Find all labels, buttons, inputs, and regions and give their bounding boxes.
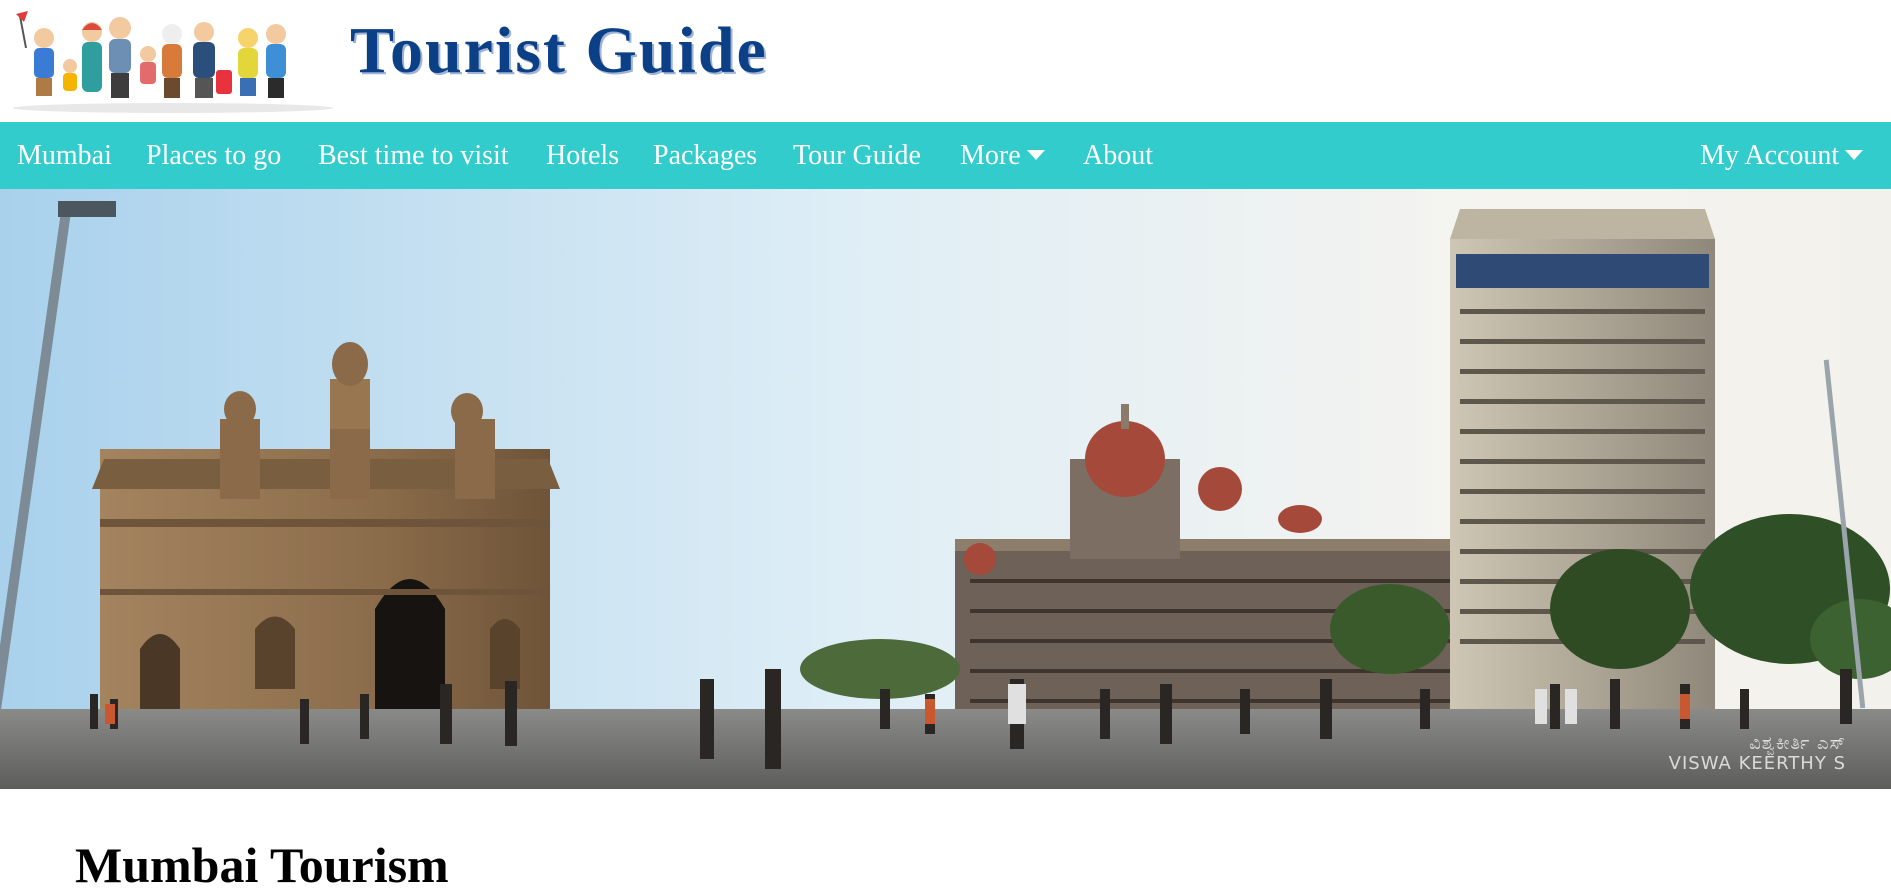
- nav-item-hotels[interactable]: Hotels: [546, 122, 619, 189]
- nav-item-about[interactable]: About: [1083, 122, 1153, 189]
- caret-down-icon: [1845, 149, 1864, 160]
- hero-banner: ವಿಶ್ವಕೀರ್ತಿ ಎಸ್ VISWA KEERTHY S: [0, 189, 1891, 789]
- watermark-kannada: ವಿಶ್ವಕೀರ್ತಿ ಎಸ್: [1749, 732, 1846, 754]
- nav-item-best-time-to-visit[interactable]: Best time to visit: [318, 122, 509, 189]
- main-navbar: Mumbai Places to go Best time to visit H…: [0, 122, 1891, 189]
- site-logo-title[interactable]: Tourist Guide: [350, 18, 768, 84]
- nav-item-places-to-go[interactable]: Places to go: [146, 122, 281, 189]
- nav-account-label: My Account: [1700, 140, 1840, 171]
- watermark-latin: VISWA KEERTHY S: [1668, 753, 1846, 775]
- site-header: Tourist Guide: [0, 0, 1891, 122]
- nav-dropdown-more[interactable]: More: [960, 122, 1045, 189]
- gateway-of-india-photo: [0, 189, 1891, 789]
- photo-credit-watermark: ವಿಶ್ವಕೀರ್ತಿ ಎಸ್ VISWA KEERTHY S: [1668, 732, 1846, 775]
- nav-item-packages[interactable]: Packages: [653, 122, 757, 189]
- page-title: Mumbai Tourism: [75, 837, 449, 893]
- caret-down-icon: [1026, 149, 1045, 160]
- nav-dropdown-my-account[interactable]: My Account: [1700, 122, 1864, 189]
- tourist-family-logo[interactable]: [8, 8, 338, 114]
- nav-item-tour-guide[interactable]: Tour Guide: [793, 122, 921, 189]
- nav-item-mumbai[interactable]: Mumbai: [17, 122, 112, 189]
- nav-more-label: More: [960, 140, 1021, 171]
